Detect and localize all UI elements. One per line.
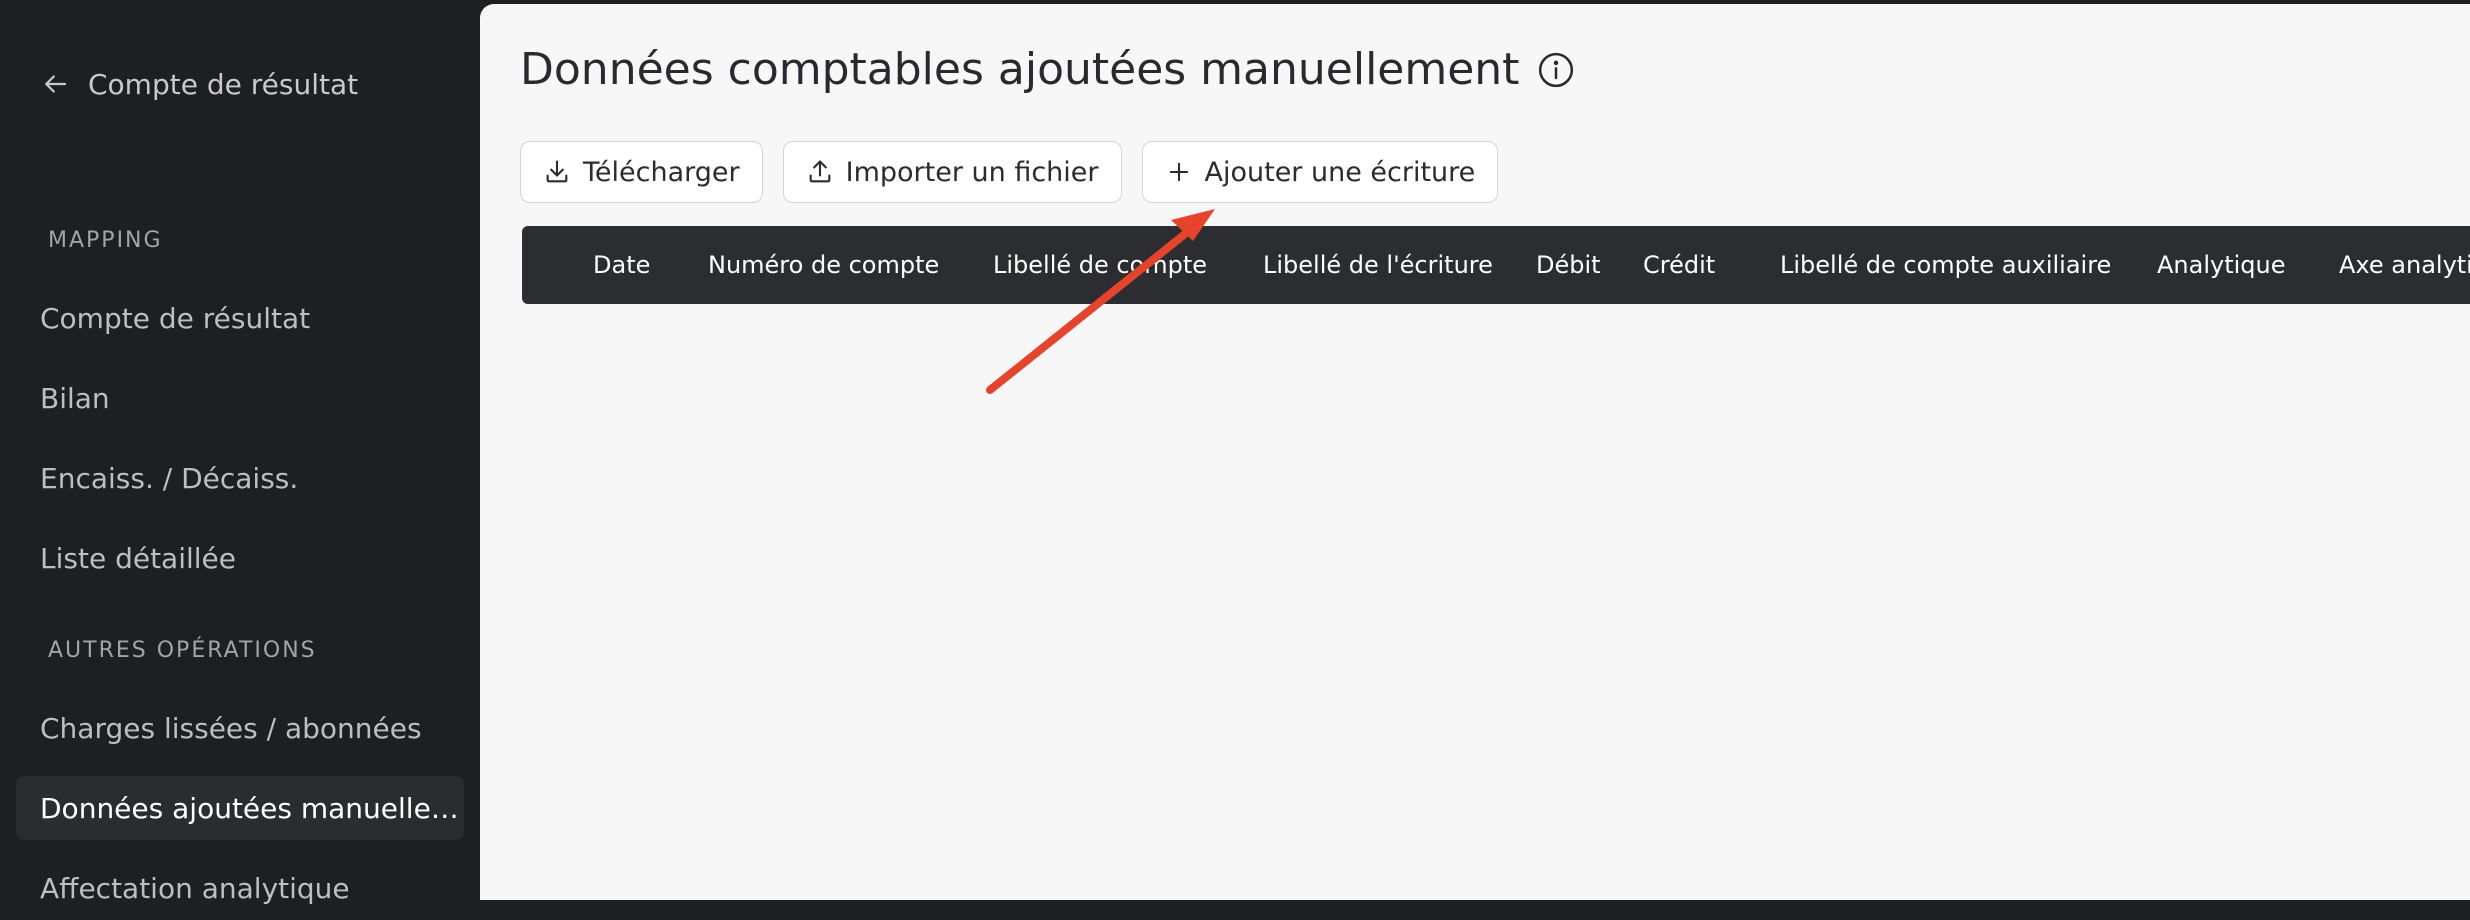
- sidebar-item-donnees-ajoutees[interactable]: Données ajoutées manuellement: [16, 776, 464, 840]
- sidebar-item-liste-detaillee[interactable]: Liste détaillée: [16, 526, 464, 590]
- annotation-arrow: [986, 209, 1215, 394]
- column-header-account-number[interactable]: Numéro de compte: [708, 226, 939, 304]
- page-header: Données comptables ajoutées manuellement: [520, 44, 1575, 95]
- back-link-label: Compte de résultat: [88, 67, 359, 101]
- sidebar-item-bilan[interactable]: Bilan: [16, 366, 464, 430]
- column-header-entry-label[interactable]: Libellé de l'écriture: [1263, 226, 1493, 304]
- plus-icon: [1165, 158, 1193, 186]
- page-title: Données comptables ajoutées manuellement: [520, 44, 1520, 95]
- section-title-autres-operations: AUTRES OPÉRATIONS: [48, 638, 317, 663]
- add-entry-button-label: Ajouter une écriture: [1204, 156, 1476, 188]
- sidebar-item-label: Charges lissées / abonnées: [40, 711, 422, 745]
- sidebar-item-charges-lissees[interactable]: Charges lissées / abonnées: [16, 696, 464, 760]
- table-header: Date Numéro de compte Libellé de compte …: [522, 226, 2470, 304]
- sidebar-item-label: Bilan: [40, 381, 110, 415]
- sidebar: Compte de résultat MAPPING Compte de rés…: [0, 0, 480, 905]
- info-icon[interactable]: [1537, 51, 1575, 89]
- column-header-credit[interactable]: Crédit: [1643, 226, 1715, 304]
- import-file-button-label: Importer un fichier: [845, 156, 1099, 188]
- sidebar-item-label: Encaiss. / Décaiss.: [40, 461, 299, 495]
- column-header-analytics-axis[interactable]: Axe analytique: [2339, 226, 2470, 304]
- sidebar-item-label: Compte de résultat: [40, 301, 311, 335]
- download-button[interactable]: Télécharger: [520, 141, 763, 203]
- back-link[interactable]: Compte de résultat: [40, 64, 358, 104]
- section-title-mapping: MAPPING: [48, 228, 163, 253]
- main-panel: Données comptables ajoutées manuellement…: [480, 4, 2470, 900]
- import-file-button[interactable]: Importer un fichier: [782, 141, 1122, 203]
- column-header-auxiliary-account-label[interactable]: Libellé de compte auxiliaire: [1780, 226, 2111, 304]
- upload-icon: [806, 158, 834, 186]
- toolbar: Télécharger Importer un fichier Ajouter …: [520, 141, 1499, 203]
- sidebar-item-label: Données ajoutées manuellement: [40, 791, 460, 825]
- download-icon: [543, 158, 571, 186]
- sidebar-item-affectation-analytique[interactable]: Affectation analytique: [16, 856, 464, 920]
- column-header-analytics[interactable]: Analytique: [2157, 226, 2286, 304]
- sidebar-item-label: Liste détaillée: [40, 541, 236, 575]
- sidebar-item-encaiss-decaiss[interactable]: Encaiss. / Décaiss.: [16, 446, 464, 510]
- arrow-left-icon: [40, 69, 70, 99]
- add-entry-button[interactable]: Ajouter une écriture: [1141, 141, 1499, 203]
- column-header-account-label[interactable]: Libellé de compte: [993, 226, 1207, 304]
- sidebar-item-compte-de-resultat[interactable]: Compte de résultat: [16, 286, 464, 350]
- column-header-date[interactable]: Date: [593, 226, 650, 304]
- column-header-debit[interactable]: Débit: [1536, 226, 1601, 304]
- download-button-label: Télécharger: [583, 156, 740, 188]
